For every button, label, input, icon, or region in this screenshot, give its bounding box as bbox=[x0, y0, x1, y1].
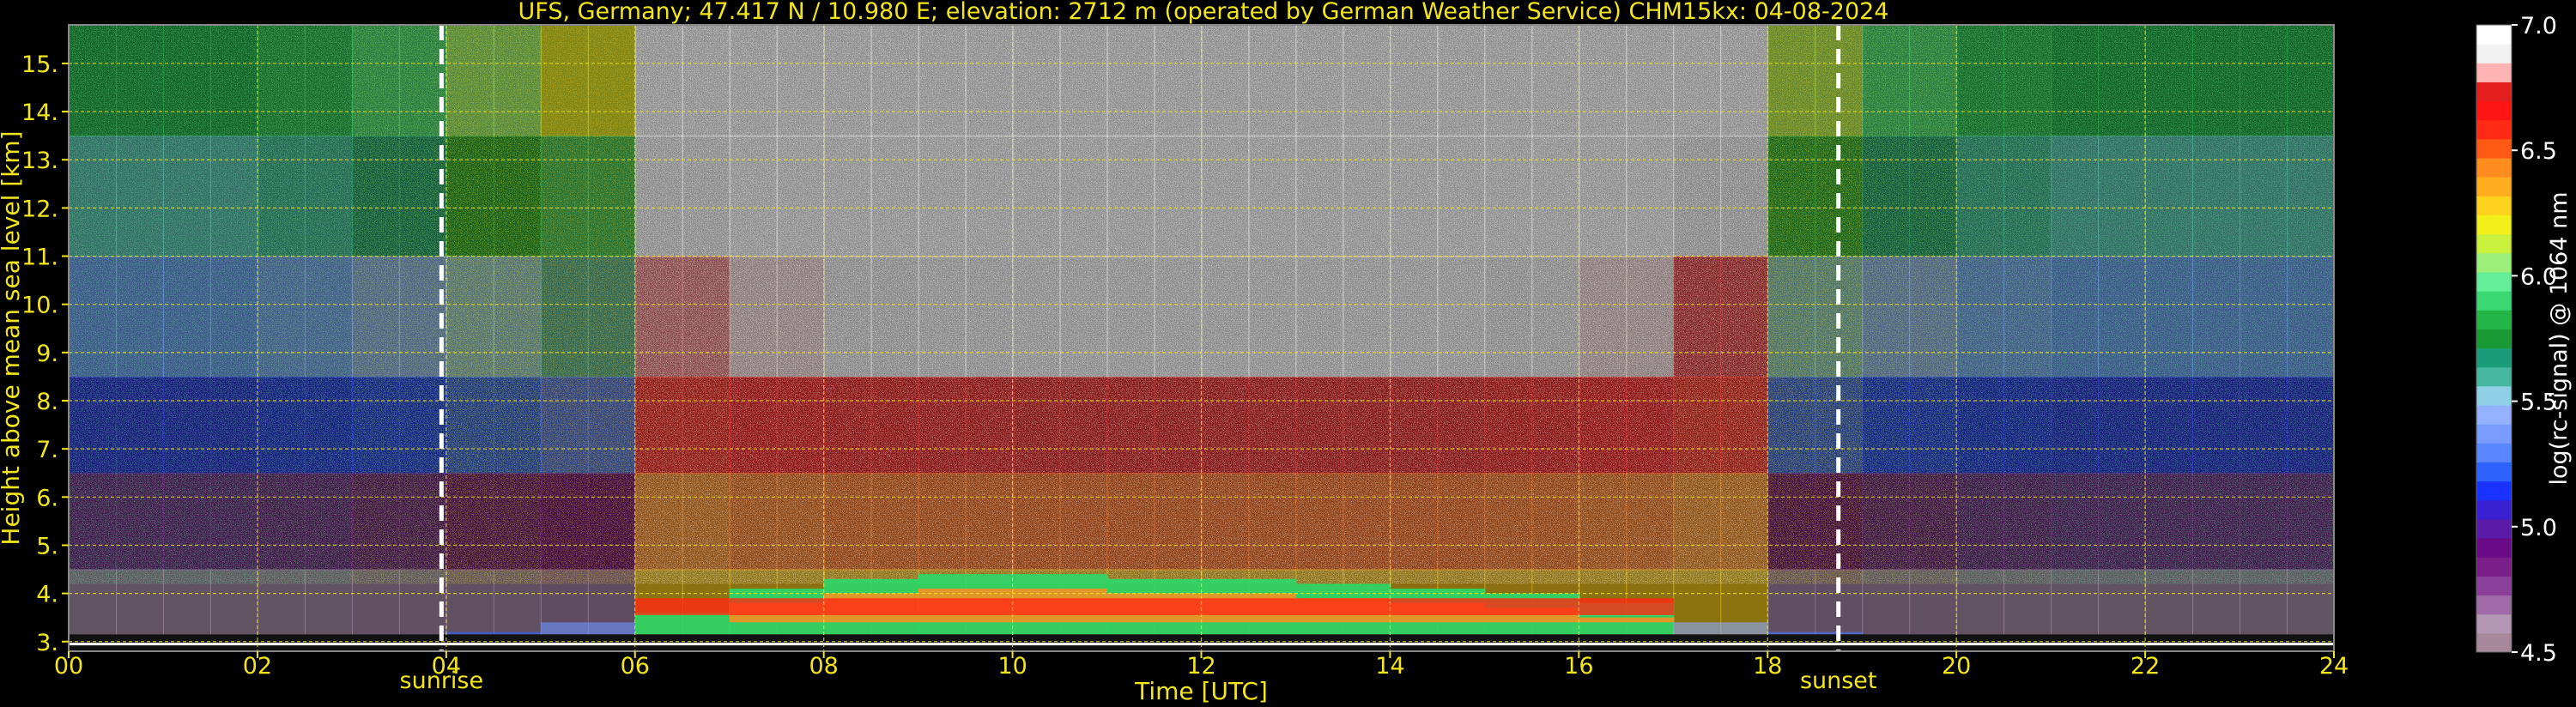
bl-cell bbox=[1767, 631, 1864, 635]
colorbar-cell bbox=[2476, 347, 2512, 368]
colorbar-cell bbox=[2476, 44, 2512, 63]
colorbar-cell bbox=[2476, 196, 2512, 216]
colorbar-tick-label: 6.5 bbox=[2520, 138, 2557, 165]
bl-peak bbox=[729, 598, 825, 615]
colorbar-cell bbox=[2476, 25, 2512, 45]
colorbar-cell bbox=[2476, 100, 2512, 121]
colorbar-tick-label: 4.5 bbox=[2520, 640, 2557, 667]
y-tick-label: 14. bbox=[21, 100, 58, 126]
y-tick-label: 5. bbox=[36, 533, 58, 559]
colorbar-cell bbox=[2476, 119, 2512, 140]
colorbar: 7.06.56.05.55.04.5 bbox=[2476, 13, 2557, 667]
x-tick-label: 14 bbox=[1375, 653, 1404, 680]
colorbar-cell bbox=[2476, 405, 2512, 425]
y-tick-label: 13. bbox=[21, 148, 58, 174]
x-tick-label: 18 bbox=[1753, 653, 1782, 680]
colorbar-cell bbox=[2476, 158, 2512, 178]
colorbar-cell bbox=[2476, 595, 2512, 615]
colorbar-cell bbox=[2476, 252, 2512, 273]
bl-peak bbox=[1390, 598, 1486, 615]
x-axis-label: Time [UTC] bbox=[1134, 677, 1268, 705]
x-tick-label: 24 bbox=[2319, 653, 2349, 680]
x-tick-label: 02 bbox=[243, 653, 272, 680]
plot-area bbox=[69, 25, 2334, 651]
colorbar-cell bbox=[2476, 518, 2512, 539]
y-tick-label: 11. bbox=[21, 245, 58, 271]
colorbar-cell bbox=[2476, 462, 2512, 482]
y-tick-label: 9. bbox=[36, 341, 58, 367]
y-axis-label: Height above mean sea level [km] bbox=[0, 130, 25, 545]
colorbar-cell bbox=[2476, 557, 2512, 577]
sunset-label: sunset bbox=[1800, 668, 1877, 694]
bl-peak bbox=[1201, 598, 1297, 615]
colorbar-cell bbox=[2476, 480, 2512, 501]
y-tick-label: 4. bbox=[36, 582, 58, 608]
colorbar-cell bbox=[2476, 233, 2512, 254]
colorbar-cell bbox=[2476, 632, 2512, 653]
sunrise-label: sunrise bbox=[400, 668, 484, 694]
chart-title: UFS, Germany; 47.417 N / 10.980 E; eleva… bbox=[518, 0, 1889, 25]
colorbar-cell bbox=[2476, 366, 2512, 387]
bl-peak bbox=[1012, 598, 1108, 615]
bl-core bbox=[1579, 617, 1675, 623]
bl-peak bbox=[918, 598, 1014, 615]
colorbar-cell bbox=[2476, 329, 2512, 349]
colorbar-cell bbox=[2476, 499, 2512, 520]
colorbar-tick-label: 5.0 bbox=[2520, 515, 2557, 541]
y-tick-label: 8. bbox=[36, 389, 58, 415]
y-tick-label: 12. bbox=[21, 196, 58, 222]
bl-peak bbox=[1579, 598, 1675, 615]
bl-peak bbox=[823, 598, 919, 615]
y-tick-label: 15. bbox=[21, 51, 58, 78]
y-tick-label: 7. bbox=[36, 437, 58, 463]
x-tick-label: 16 bbox=[1564, 653, 1593, 680]
x-tick-label: 06 bbox=[621, 653, 650, 680]
x-tick-label: 22 bbox=[2131, 653, 2160, 680]
bl-cell bbox=[445, 631, 542, 635]
bl-peak bbox=[1295, 598, 1391, 615]
chart-svg: UFS, Germany; 47.417 N / 10.980 E; eleva… bbox=[0, 0, 2573, 705]
bl-cell bbox=[634, 613, 730, 635]
colorbar-label: log(rc-signal) @ 1064 nm bbox=[2546, 191, 2573, 485]
y-axis: 3.4.5.6.7.8.9.10.11.12.13.14.15. bbox=[21, 51, 69, 656]
ceilometer-chart: UFS, Germany; 47.417 N / 10.980 E; eleva… bbox=[0, 0, 2576, 707]
colorbar-cell bbox=[2476, 82, 2512, 102]
colorbar-cell bbox=[2476, 443, 2512, 462]
colorbar-tick-label: 7.0 bbox=[2520, 13, 2557, 39]
x-axis: 00 02 04 06 08 10 12 14 16 18 20 22 24 bbox=[54, 651, 2349, 680]
colorbar-cell bbox=[2476, 215, 2512, 235]
colorbar-cell bbox=[2476, 538, 2512, 558]
bl-peak bbox=[1106, 598, 1203, 615]
colorbar-cell bbox=[2476, 63, 2512, 82]
colorbar-cell bbox=[2476, 576, 2512, 596]
colorbar-cell bbox=[2476, 613, 2512, 634]
colorbar-cell bbox=[2476, 271, 2512, 292]
colorbar-cell bbox=[2476, 424, 2512, 444]
speckle-cell bbox=[1106, 25, 1155, 584]
colorbar-cell bbox=[2476, 385, 2512, 406]
y-tick-label: 6. bbox=[36, 485, 58, 511]
x-tick-label: 08 bbox=[809, 653, 838, 680]
colorbar-cell bbox=[2476, 138, 2512, 159]
bl-cell bbox=[540, 622, 636, 635]
colorbar-cell bbox=[2476, 177, 2512, 196]
bl-cell bbox=[1673, 622, 1769, 635]
colorbar-cell bbox=[2476, 291, 2512, 311]
colorbar-cell bbox=[2476, 310, 2512, 329]
x-tick-label: 20 bbox=[1942, 653, 1971, 680]
x-tick-label: 12 bbox=[1186, 653, 1215, 680]
bl-peak bbox=[634, 598, 730, 615]
x-tick-label: 00 bbox=[54, 653, 83, 680]
x-tick-label: 10 bbox=[997, 653, 1027, 680]
y-tick-label: 10. bbox=[21, 293, 58, 319]
bl-peak bbox=[1484, 598, 1580, 615]
